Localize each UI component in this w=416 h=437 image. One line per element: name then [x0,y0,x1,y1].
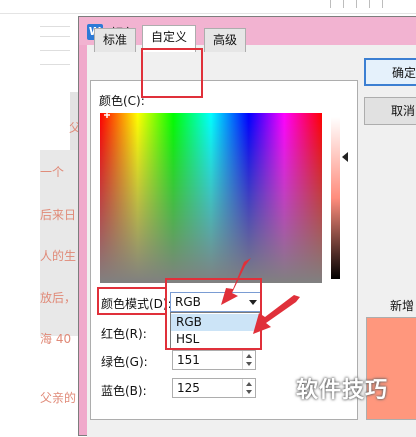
highlight-mode-label [97,287,167,315]
doc-text: 一个 [40,165,65,179]
red-label: 红色(R): [101,327,147,341]
tab-standard-label: 标准 [103,33,128,47]
green-value: 151 [177,353,200,367]
doc-line [40,50,70,51]
blue-label: 蓝色(B): [101,384,147,398]
doc-text: 人的生 [40,249,77,263]
luminance-pointer-icon[interactable] [342,152,348,162]
ruler [0,0,416,14]
color-spectrum[interactable] [100,113,322,283]
spin-up-icon[interactable] [246,354,252,358]
tab-advanced-label: 高级 [213,33,238,47]
doc-line [40,64,70,65]
doc-text: 后来日 [40,208,77,222]
highlight-mode-dropdown [165,278,262,350]
doc-text: 放后， [40,291,77,305]
new-color-label: 新增 [390,299,415,313]
ok-button[interactable]: 确定 [364,58,416,86]
luminance-slider[interactable] [331,117,340,279]
spin-up-icon[interactable] [246,382,252,386]
tab-advanced[interactable]: 高级 [204,28,247,52]
doc-line [40,36,70,37]
highlight-custom-tab [141,48,203,98]
tab-standard[interactable]: 标准 [94,28,137,52]
doc-text: 父亲的 [40,391,77,405]
color-label: 颜色(C): [99,94,145,108]
doc-text: 海 40 [40,332,72,346]
blue-spin-buttons[interactable] [242,379,255,397]
spin-down-icon[interactable] [246,362,252,366]
new-color-preview [366,317,416,420]
blue-field[interactable]: 125 [172,378,256,398]
tab-custom-label: 自定义 [151,30,188,44]
green-label: 绿色(G): [101,355,148,369]
cancel-button[interactable]: 取消 [364,97,416,125]
watermark: 软件技巧 [296,378,389,403]
green-spin-buttons[interactable] [242,351,255,369]
spin-down-icon[interactable] [246,390,252,394]
crosshair-icon [104,112,110,118]
doc-line [40,26,70,27]
blue-value: 125 [177,381,200,395]
green-field[interactable]: 151 [172,350,256,370]
